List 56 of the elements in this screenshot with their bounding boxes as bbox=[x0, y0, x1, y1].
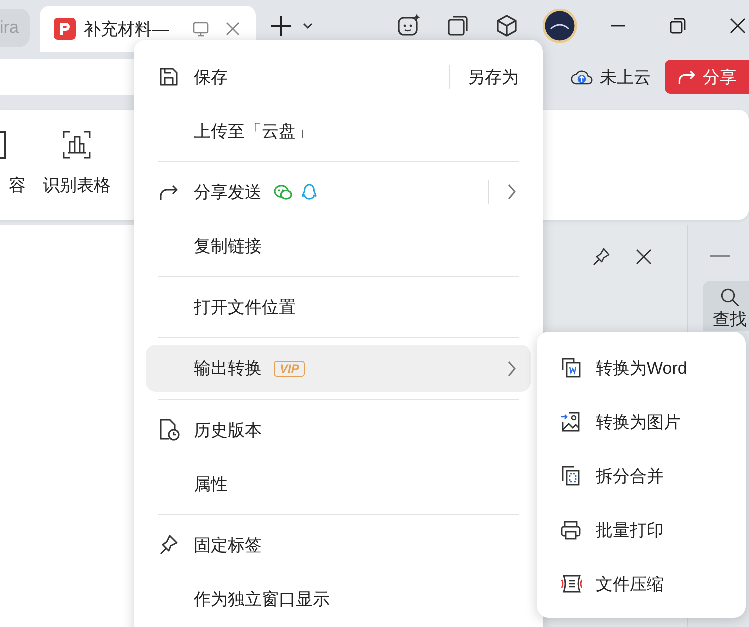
menu-item[interactable]: 上传至「云盘」 bbox=[144, 104, 533, 158]
menu-item-label: 复制链接 bbox=[194, 236, 262, 258]
menu-item[interactable]: 固定标签 bbox=[144, 518, 533, 572]
image-icon bbox=[560, 411, 582, 433]
menu-item-label: 打开文件位置 bbox=[194, 296, 296, 318]
menu-item[interactable]: 分享发送 bbox=[144, 165, 533, 219]
menu-item-label: 输出转换 bbox=[194, 358, 262, 380]
menu-item[interactable]: 作为独立窗口显示 bbox=[144, 572, 533, 626]
save-icon bbox=[158, 66, 180, 88]
word-file-icon bbox=[560, 357, 582, 379]
new-tab-icon[interactable] bbox=[270, 15, 292, 37]
avatar[interactable] bbox=[543, 9, 577, 43]
printer-icon bbox=[560, 519, 582, 541]
menu-item-label: 保存 bbox=[194, 66, 228, 88]
menu-item-label: 分享发送 bbox=[194, 182, 262, 204]
menu-item-label: 上传至「云盘」 bbox=[194, 120, 313, 142]
table-scan-icon bbox=[62, 130, 92, 160]
submenu-item[interactable]: 拆分合并 bbox=[537, 449, 746, 503]
monitor-icon[interactable] bbox=[192, 20, 210, 38]
cube-icon[interactable] bbox=[494, 13, 520, 39]
menu-item-label: 历史版本 bbox=[194, 420, 262, 442]
toolbar-button[interactable]: 识别表格 bbox=[40, 110, 114, 197]
pdf-logo-icon bbox=[54, 18, 76, 40]
split-file-icon bbox=[560, 465, 582, 487]
robot-face-icon[interactable] bbox=[396, 13, 422, 39]
menu-item[interactable]: 保存 另存为 bbox=[144, 50, 533, 104]
restore-icon[interactable] bbox=[669, 17, 687, 35]
compress-icon bbox=[560, 573, 584, 595]
close-icon[interactable] bbox=[729, 17, 747, 35]
menu-item-label: 固定标签 bbox=[194, 534, 262, 556]
menu-item-label: 作为独立窗口显示 bbox=[194, 588, 330, 610]
submenu-item[interactable]: 转换为图片 bbox=[537, 395, 746, 449]
vip-badge: VIP bbox=[274, 360, 306, 376]
menu-item[interactable]: 复制链接 bbox=[144, 219, 533, 273]
menu-item[interactable]: 输出转换 VIP bbox=[146, 345, 531, 392]
close-icon[interactable] bbox=[634, 247, 654, 267]
cloud-status-button[interactable]: 未上云 bbox=[570, 66, 651, 88]
file-clock-icon bbox=[158, 418, 180, 442]
windows-icon[interactable] bbox=[445, 13, 471, 39]
cloud-upload-icon bbox=[570, 68, 594, 86]
chat-bubbles-icon[interactable] bbox=[274, 184, 293, 200]
menu-item-label: 属性 bbox=[194, 474, 228, 496]
submenu-item[interactable]: 转换为Word bbox=[537, 341, 746, 395]
submenu-item[interactable]: 文件压缩 bbox=[537, 557, 746, 611]
save-as-button[interactable]: 另存为 bbox=[468, 66, 519, 88]
menu-item[interactable]: 打开文件位置 bbox=[144, 280, 533, 334]
submenu-item[interactable]: 批量打印 bbox=[537, 503, 746, 557]
share-button[interactable]: 分享 bbox=[665, 60, 749, 94]
find-button[interactable]: 查找 bbox=[703, 281, 749, 331]
menu-item[interactable]: 历史版本 bbox=[144, 403, 533, 457]
menu-item[interactable]: 属性 bbox=[144, 457, 533, 511]
collapse-icon[interactable] bbox=[709, 253, 731, 259]
pin-icon[interactable] bbox=[592, 247, 612, 267]
pin-icon bbox=[158, 534, 180, 556]
toolbar-button[interactable]: 容 bbox=[0, 110, 26, 197]
penguin-icon[interactable] bbox=[301, 182, 318, 202]
